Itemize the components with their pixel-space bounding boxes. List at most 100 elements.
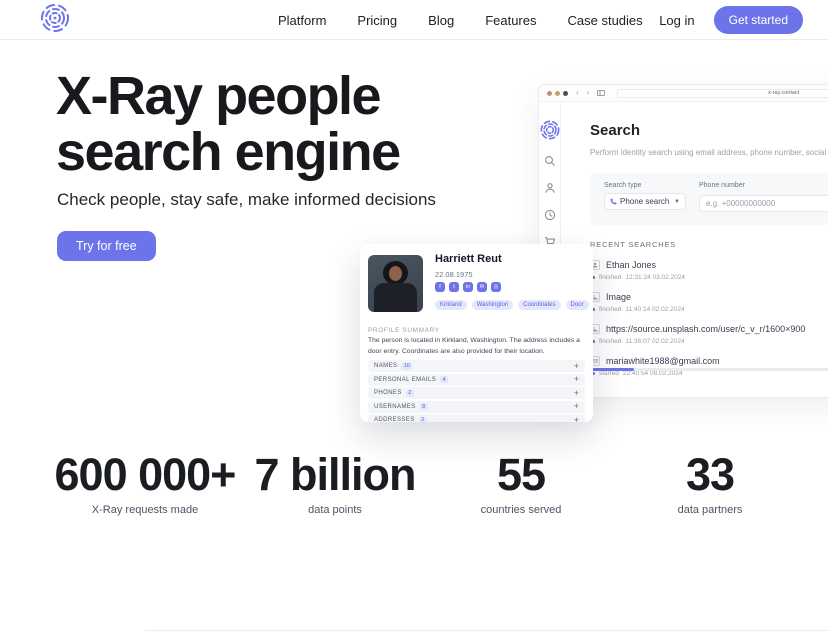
get-started-button[interactable]: Get started <box>714 6 803 34</box>
recent-search-status: finished <box>599 274 621 281</box>
progress-fill <box>590 368 634 371</box>
user-icon <box>544 182 556 194</box>
minimize-window-icon <box>555 91 560 96</box>
profile-tags: Kirkland Washington Coordinates Door <box>435 300 589 310</box>
search-icon <box>544 155 556 167</box>
login-link[interactable]: Log in <box>659 13 694 28</box>
nav-item-pricing[interactable]: Pricing <box>357 13 397 28</box>
search-type-value: Phone search <box>620 197 669 206</box>
header-actions: Log in Get started <box>659 0 803 40</box>
instagram-icon: ◎ <box>491 282 501 292</box>
page-title: X-Ray people search engine <box>56 68 400 180</box>
address-bar-url: x-ray.contact <box>768 90 799 96</box>
stat-label: data partners <box>678 504 743 516</box>
profile-summary-text: The person is located in Kirkland, Washi… <box>368 336 587 357</box>
app-page-subtitle: Perform identity search using email addr… <box>590 148 828 157</box>
section-row-addresses: ADDRESSES 2 + <box>368 414 585 422</box>
stat-requests: 600 000+ X-Ray requests made <box>55 452 236 516</box>
recent-search-item: Ethan Jones finished 12:31:24 03.02.2024 <box>590 260 828 281</box>
brand-logo[interactable] <box>40 3 70 33</box>
section-label: NAMES <box>374 363 397 369</box>
profile-social-links: f t in ✉ ◎ <box>435 282 501 292</box>
expand-plus-icon: + <box>574 402 579 411</box>
profile-birthdate: 22.08.1975 <box>435 270 473 279</box>
page-title-line1: X-Ray people <box>56 66 380 126</box>
nav-item-features[interactable]: Features <box>485 13 536 28</box>
top-navigation-bar: Platform Pricing Blog Features Case stud… <box>0 0 828 40</box>
expand-plus-icon: + <box>574 389 579 398</box>
fingerprint-logo-icon <box>40 3 70 33</box>
address-bar: x-ray.contact <box>617 89 828 98</box>
search-type-field: Search type Phone search ▼ <box>604 182 686 216</box>
recent-search-status: finished <box>599 306 621 313</box>
window-traffic-lights <box>547 91 568 96</box>
recent-search-title: Image <box>606 292 631 302</box>
expand-plus-icon: + <box>574 362 579 371</box>
section-count-badge: 2 <box>406 390 414 397</box>
nav-item-blog[interactable]: Blog <box>428 13 454 28</box>
main-nav: Platform Pricing Blog Features Case stud… <box>278 0 643 40</box>
phone-icon <box>610 198 617 205</box>
expand-plus-icon: + <box>574 416 579 423</box>
section-row-personal-emails: PERSONAL EMAILS 4 + <box>368 374 585 386</box>
back-icon: ‹ <box>576 89 579 97</box>
profile-result-card: Harriett Reut 22.08.1975 f t in ✉ ◎ Kirk… <box>360 244 593 422</box>
profile-data-sections: NAMES 10 + PERSONAL EMAILS 4 + PHONES 2 … <box>368 360 585 422</box>
nav-item-platform[interactable]: Platform <box>278 13 326 28</box>
profile-tag: Kirkland <box>435 300 467 310</box>
profile-tag: Coordinates <box>518 300 560 310</box>
recent-search-timestamp: 11:36:07 02.02.2024 <box>625 338 684 345</box>
phone-number-field: Phone number <box>699 182 828 216</box>
app-logo-icon <box>540 120 560 140</box>
twitter-icon: t <box>449 282 459 292</box>
recent-search-status: started <box>599 370 619 377</box>
chevron-down-icon: ▼ <box>674 199 680 205</box>
try-for-free-button[interactable]: Try for free <box>57 231 156 261</box>
phone-number-input <box>699 195 828 212</box>
recent-search-timestamp: 11:40:14 02.02.2024 <box>625 306 684 313</box>
phone-number-label: Phone number <box>699 182 828 189</box>
stat-value: 600 000+ <box>55 452 236 497</box>
close-window-icon <box>547 91 552 96</box>
section-divider <box>145 630 828 631</box>
page-title-line2: search engine <box>56 122 400 182</box>
search-type-select: Phone search ▼ <box>604 193 686 210</box>
section-label: USERNAMES <box>374 404 416 410</box>
stat-label: data points <box>254 504 415 516</box>
recent-searches-heading: RECENT SEARCHES <box>590 240 828 249</box>
recent-search-title: Ethan Jones <box>606 260 656 270</box>
stat-partners: 33 data partners <box>678 452 743 516</box>
stat-label: X-Ray requests made <box>55 504 236 516</box>
stat-value: 55 <box>481 452 562 497</box>
recent-search-status: finished <box>599 338 621 345</box>
section-count-badge: 2 <box>419 417 427 423</box>
progress-track <box>590 368 828 371</box>
linkedin-icon: in <box>463 282 473 292</box>
recent-search-item: mariawhite1988@gmail.com started 22:40:5… <box>590 356 828 377</box>
stat-value: 7 billion <box>254 452 415 497</box>
recent-search-item: Image finished 11:40:14 02.02.2024 <box>590 292 828 313</box>
hero-subtitle: Check people, stay safe, make informed d… <box>57 190 436 210</box>
forward-icon: › <box>587 89 590 97</box>
sidebar-toggle-icon <box>597 90 605 96</box>
stat-label: countries served <box>481 504 562 516</box>
app-content: Search Perform identity search using ema… <box>561 102 828 398</box>
recent-search-title: mariawhite1988@gmail.com <box>606 356 720 366</box>
profile-summary-heading: PROFILE SUMMARY <box>368 327 440 334</box>
section-count-badge: 8 <box>420 403 428 410</box>
history-clock-icon <box>544 209 556 221</box>
mail-icon: ✉ <box>477 282 487 292</box>
expand-plus-icon: + <box>574 375 579 384</box>
section-count-badge: 10 <box>401 363 412 370</box>
section-row-names: NAMES 10 + <box>368 360 585 372</box>
profile-name: Harriett Reut <box>435 253 502 265</box>
section-label: PERSONAL EMAILS <box>374 377 436 383</box>
nav-item-case-studies[interactable]: Case studies <box>568 13 643 28</box>
recent-search-item: https://source.unsplash.com/user/c_v_r/1… <box>590 324 828 345</box>
section-row-phones: PHONES 2 + <box>368 387 585 399</box>
recent-search-timestamp: 12:31:24 03.02.2024 <box>625 274 685 281</box>
section-label: ADDRESSES <box>374 417 415 422</box>
profile-photo <box>368 255 423 312</box>
app-page-title: Search <box>590 122 828 139</box>
section-count-badge: 4 <box>440 376 448 383</box>
